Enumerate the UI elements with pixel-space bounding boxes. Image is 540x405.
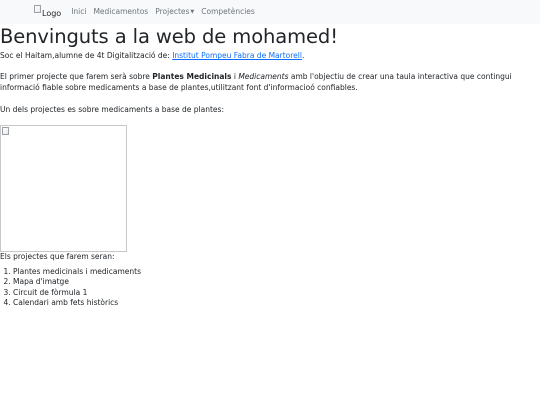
list-item: Circuit de fòrmula 1 — [13, 288, 540, 298]
broken-image-icon — [34, 5, 41, 13]
nav-link-inici[interactable]: Inici — [71, 7, 86, 18]
nav-link-competencies[interactable]: Competències — [201, 7, 255, 18]
intro-paragraph: Soc el Haitam,alumne de 4t Digitalitzaci… — [0, 51, 305, 61]
logo-link[interactable]: Logo — [34, 5, 61, 19]
intro-text: Soc el Haitam,alumne de 4t Digitalitzaci… — [0, 51, 173, 61]
list-item: Calendari amb fets històrics — [13, 298, 540, 308]
broken-image-icon — [2, 126, 9, 135]
nav-dropdown-label: Projectes — [155, 6, 190, 16]
nav-link-medicamentos[interactable]: Medicamentos — [93, 7, 148, 18]
projects-list: Plantes medicinals i medicaments Mapa d'… — [0, 267, 540, 308]
nav-dropdown-projectes[interactable]: Projectes▼ — [155, 7, 194, 18]
list-item: Plantes medicinals i medicaments — [13, 267, 540, 277]
bold-plantes-medicinals: Plantes Medicinals — [152, 72, 232, 82]
page-title: Benvinguts a la web de mohamed! — [0, 25, 338, 48]
plant-image-placeholder — [0, 124, 127, 252]
italic-medicaments: Medicaments — [238, 72, 289, 82]
projects-intro: Un dels projectes es sobre medicaments a… — [0, 105, 224, 115]
logo-alt-text: Logo — [42, 9, 62, 18]
project-description: El primer projecte que farem serà sobre … — [0, 72, 540, 94]
institute-link[interactable]: Institut Pompeu Fabra de Martorell — [172, 51, 302, 60]
main-content: Benvinguts a la web de mohamed! Soc el H… — [0, 26, 540, 308]
description-text: El primer projecte que farem serà sobre — [0, 72, 153, 82]
navbar: Logo Inici Medicamentos Projectes▼ Compe… — [0, 0, 540, 24]
list-heading: Els projectes que farem seran: — [0, 251, 115, 261]
list-item: Mapa d'imatge — [13, 277, 540, 287]
caret-down-icon: ▼ — [190, 8, 195, 15]
